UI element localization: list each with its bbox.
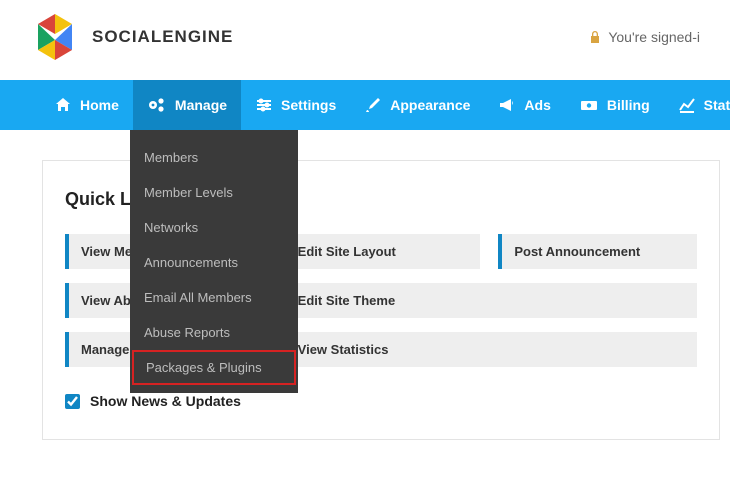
news-row: Show News & Updates bbox=[65, 393, 697, 409]
nav-stats[interactable]: Stats bbox=[664, 80, 730, 130]
menu-packages-plugins[interactable]: Packages & Plugins bbox=[132, 350, 296, 385]
show-news-checkbox[interactable] bbox=[65, 394, 80, 409]
menu-email-all[interactable]: Email All Members bbox=[130, 280, 298, 315]
nav-stats-label: Stats bbox=[704, 97, 730, 113]
ql-edit-layout[interactable]: Edit Site Layout bbox=[282, 234, 481, 269]
nav-settings-label: Settings bbox=[281, 97, 336, 113]
nav-appearance[interactable]: Appearance bbox=[350, 80, 484, 130]
main-nav: Home Manage Settings Appearance Ads Bill… bbox=[0, 80, 730, 130]
menu-member-levels[interactable]: Member Levels bbox=[130, 175, 298, 210]
menu-abuse-reports[interactable]: Abuse Reports bbox=[130, 315, 298, 350]
megaphone-icon bbox=[498, 96, 516, 114]
gears-icon bbox=[147, 96, 167, 114]
nav-home[interactable]: Home bbox=[40, 80, 133, 130]
menu-networks[interactable]: Networks bbox=[130, 210, 298, 245]
menu-announcements[interactable]: Announcements bbox=[130, 245, 298, 280]
signed-in-text: You're signed-i bbox=[608, 29, 700, 45]
brand-name: SOCIALENGINE bbox=[92, 27, 233, 47]
ql-view-statistics[interactable]: View Statistics bbox=[282, 332, 697, 367]
ql-edit-theme[interactable]: Edit Site Theme bbox=[282, 283, 697, 318]
nav-ads-label: Ads bbox=[524, 97, 550, 113]
money-icon bbox=[579, 96, 599, 114]
brush-icon bbox=[364, 96, 382, 114]
nav-settings[interactable]: Settings bbox=[241, 80, 350, 130]
lock-icon bbox=[588, 30, 602, 44]
show-news-label: Show News & Updates bbox=[90, 393, 241, 409]
manage-dropdown: Members Member Levels Networks Announcem… bbox=[130, 130, 298, 393]
home-icon bbox=[54, 96, 72, 114]
signed-in-status: You're signed-i bbox=[588, 29, 700, 45]
nav-manage-label: Manage bbox=[175, 97, 227, 113]
nav-home-label: Home bbox=[80, 97, 119, 113]
nav-billing[interactable]: Billing bbox=[565, 80, 664, 130]
nav-manage[interactable]: Manage bbox=[133, 80, 241, 130]
nav-billing-label: Billing bbox=[607, 97, 650, 113]
sliders-icon bbox=[255, 96, 273, 114]
menu-members[interactable]: Members bbox=[130, 140, 298, 175]
brand: SOCIALENGINE bbox=[30, 12, 233, 62]
topbar: SOCIALENGINE You're signed-i bbox=[0, 0, 730, 80]
ql-post-announcement[interactable]: Post Announcement bbox=[498, 234, 697, 269]
chart-icon bbox=[678, 96, 696, 114]
logo-icon bbox=[30, 12, 80, 62]
nav-ads[interactable]: Ads bbox=[484, 80, 564, 130]
nav-appearance-label: Appearance bbox=[390, 97, 470, 113]
